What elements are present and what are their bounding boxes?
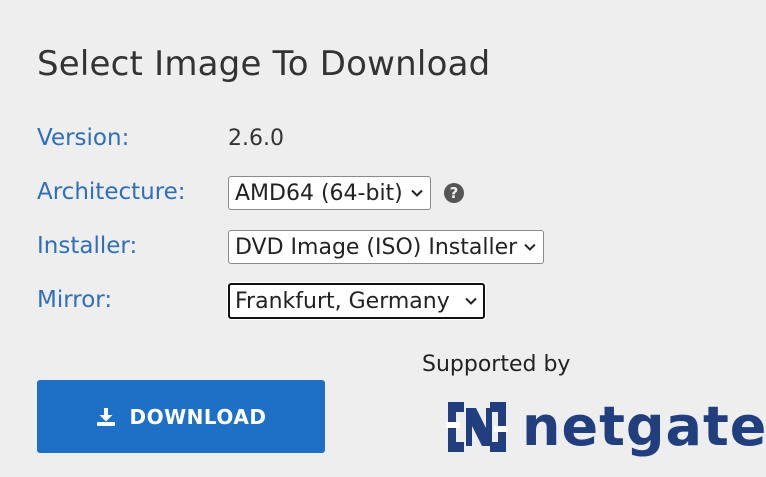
installer-selected-value: DVD Image (ISO) Installer <box>235 234 518 260</box>
download-button[interactable]: DOWNLOAD <box>37 380 325 453</box>
mirror-label: Mirror: <box>37 287 113 313</box>
help-icon[interactable]: ? <box>444 183 464 203</box>
netgate-logo[interactable]: netgate <box>446 398 766 456</box>
page-title: Select Image To Download <box>37 44 491 84</box>
architecture-label: Architecture: <box>37 179 186 205</box>
chevron-down-icon <box>465 297 477 305</box>
architecture-select[interactable]: AMD64 (64-bit) <box>228 176 431 210</box>
installer-label: Installer: <box>37 233 138 259</box>
netgate-logo-icon <box>446 402 508 452</box>
chevron-down-icon <box>411 189 423 197</box>
architecture-selected-value: AMD64 (64-bit) <box>235 180 403 206</box>
mirror-select[interactable]: Frankfurt, Germany <box>228 283 485 319</box>
mirror-selected-value: Frankfurt, Germany <box>235 288 450 314</box>
netgate-logo-text: netgate <box>522 395 766 458</box>
supported-by-text: Supported by <box>422 352 571 377</box>
version-label: Version: <box>37 125 130 151</box>
version-value: 2.6.0 <box>228 126 284 151</box>
download-icon <box>96 407 115 426</box>
chevron-down-icon <box>524 243 536 251</box>
download-button-label: DOWNLOAD <box>129 404 267 429</box>
installer-select[interactable]: DVD Image (ISO) Installer <box>228 230 544 264</box>
